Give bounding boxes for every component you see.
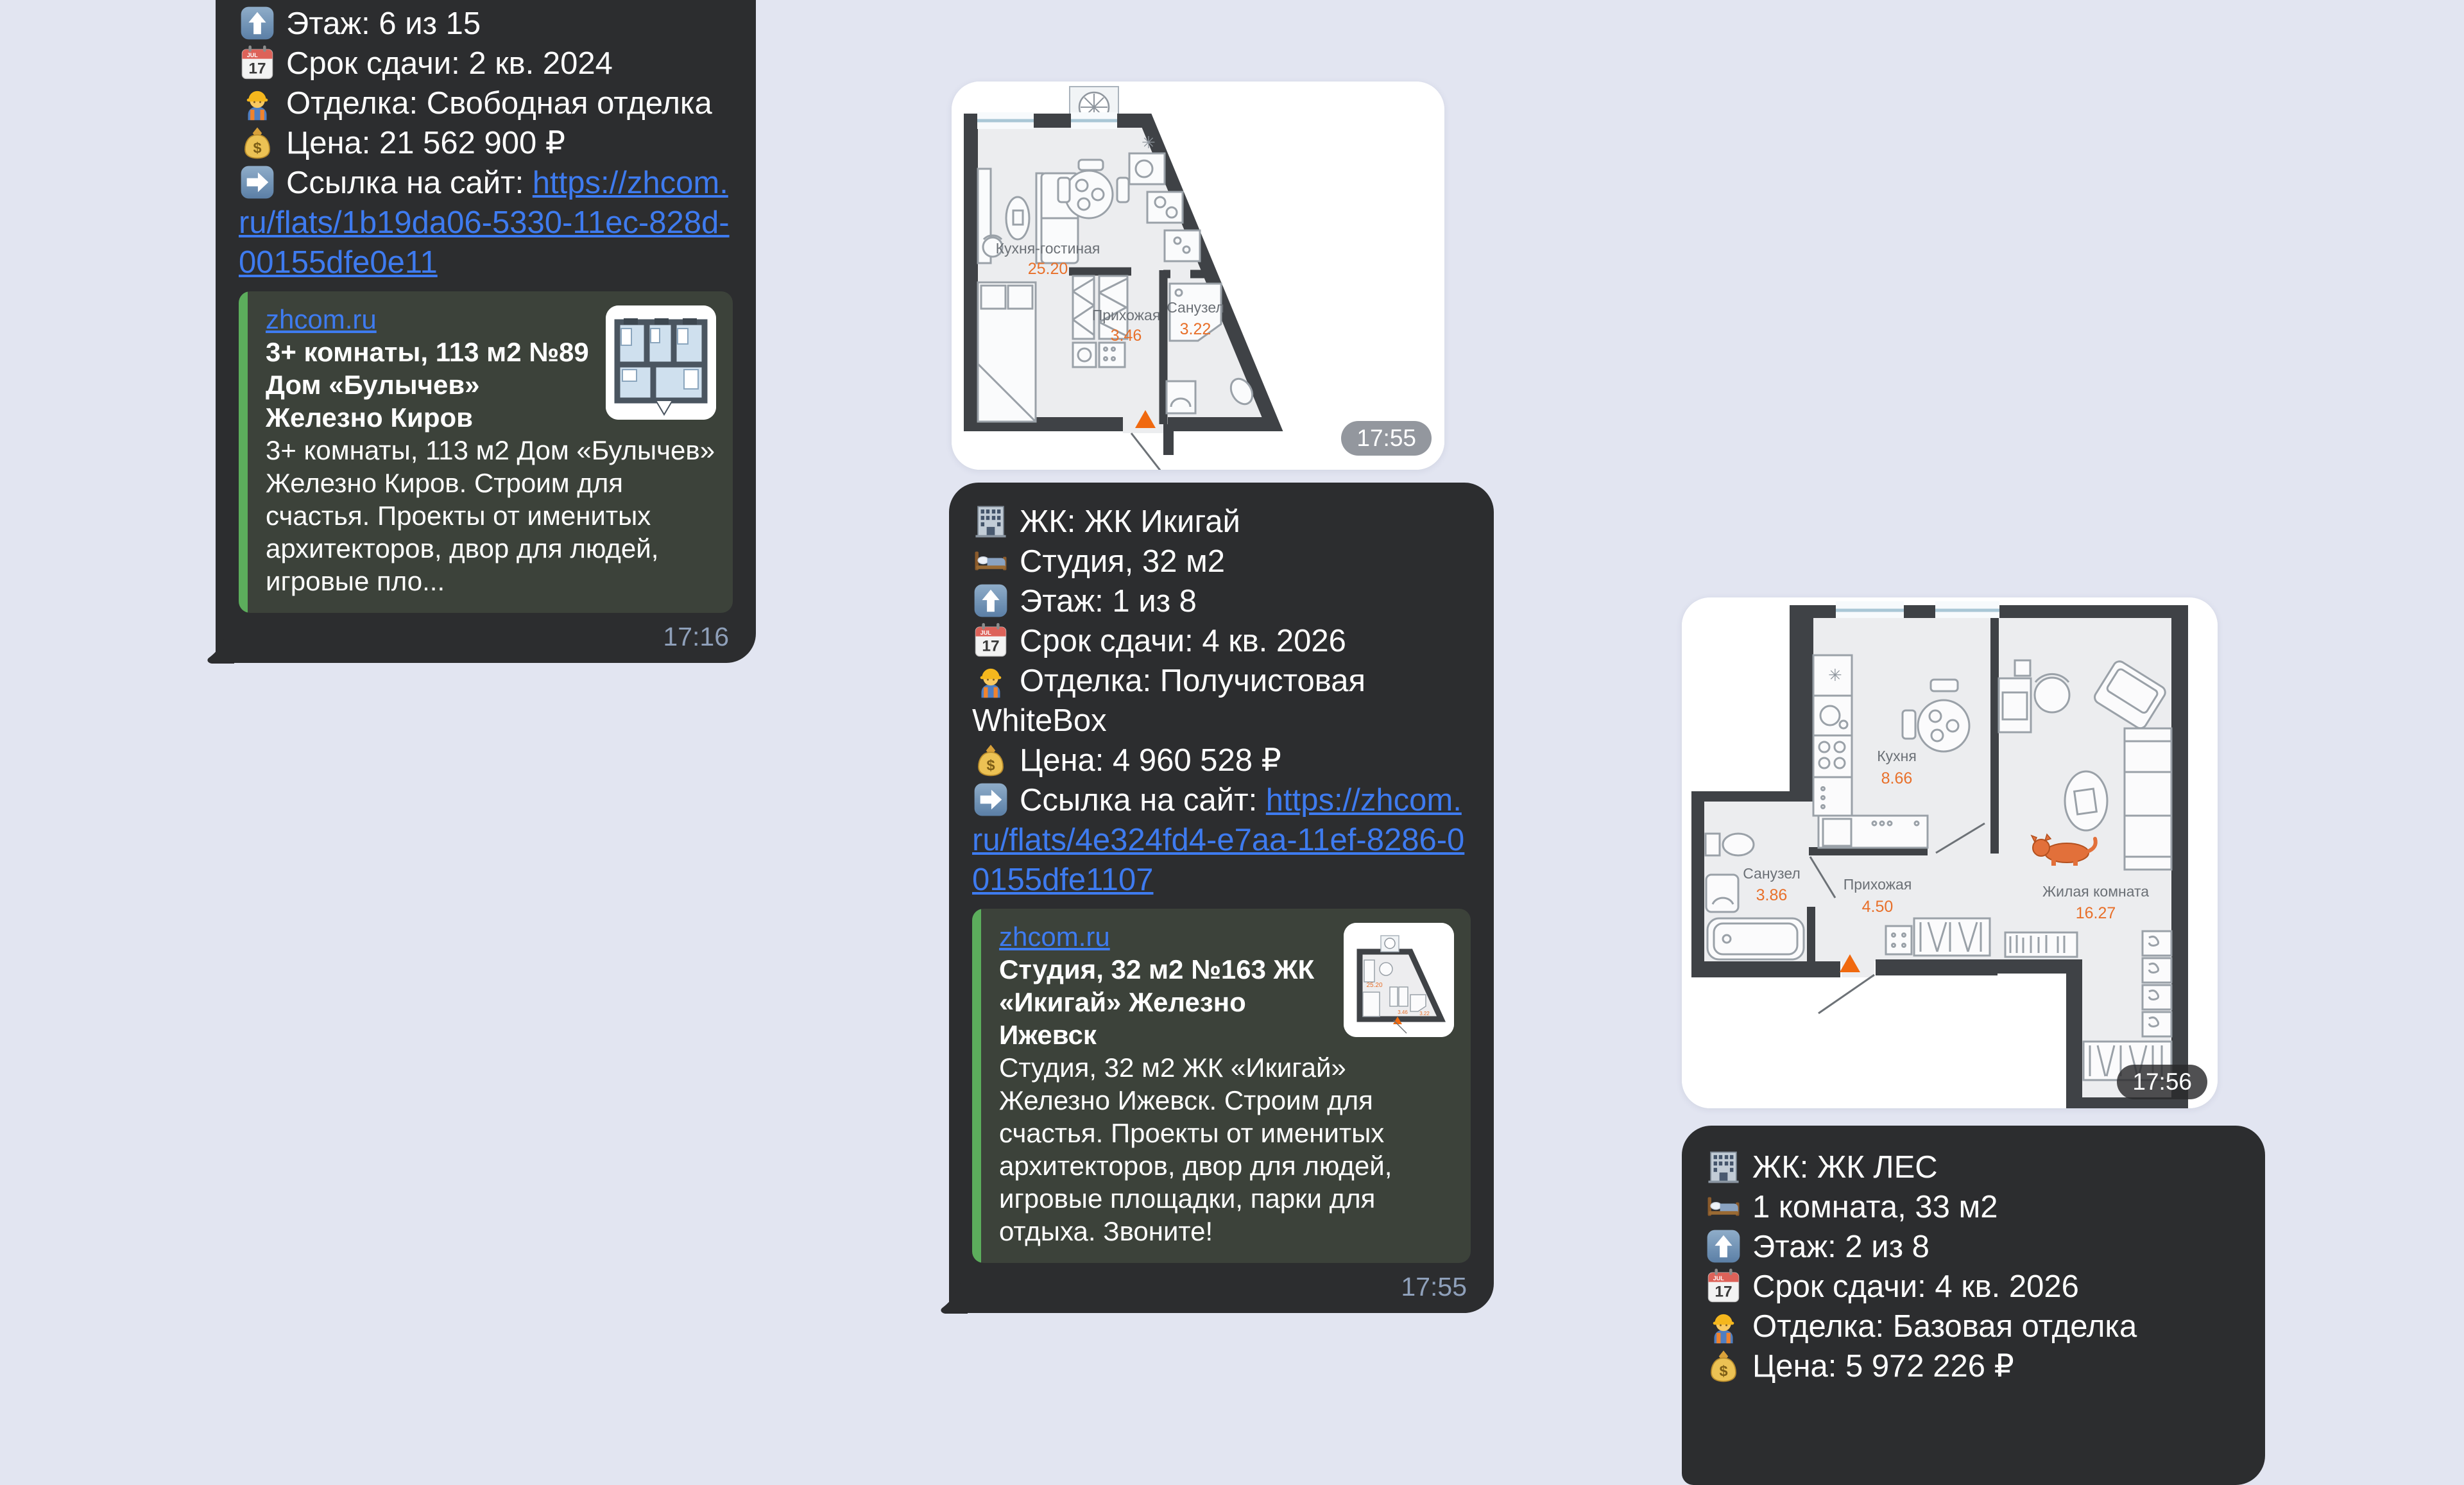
property-line-finish: Отделка: Свободная отделка bbox=[239, 83, 733, 123]
property-line-price: Цена: 5 972 226 ₽ bbox=[1705, 1346, 2242, 1386]
room-label: Прихожая bbox=[1844, 876, 1912, 893]
timestamp: 17:55 bbox=[1401, 1272, 1467, 1301]
property-line-link: Ссылка на сайт: https://zhcom.ru/flats/4… bbox=[972, 780, 1471, 900]
calendar-icon bbox=[972, 622, 1009, 659]
property-line-deadline: Срок сдачи: 4 кв. 2026 bbox=[972, 621, 1471, 661]
link-preview-card[interactable]: zhcom.ru 3+ комнаты, 113 м2 №89 Дом «Бул… bbox=[239, 291, 733, 613]
line-text: Цена: 4 960 528 ₽ bbox=[1020, 743, 1281, 778]
message-bubble-flat-89: Этаж: 6 из 15 Срок сдачи: 2 кв. 2024 Отд… bbox=[207, 0, 756, 664]
studio-floorplan-drawing: ✳ Кухня-гостиная 25.20 Прихожая 3.46 Сан… bbox=[952, 82, 1444, 470]
line-text: Этаж: 2 из 8 bbox=[1752, 1230, 1929, 1264]
room-label: Кухня bbox=[1877, 748, 1917, 764]
message-bubble-flat-163: ЖК: ЖК Икигай Студия, 32 м2 Этаж: 1 из 8… bbox=[941, 483, 1494, 1314]
up-arrow-icon bbox=[239, 4, 276, 42]
blue-floorplan-thumbnail bbox=[606, 305, 716, 420]
line-text: Срок сдачи: 2 кв. 2024 bbox=[286, 46, 613, 81]
property-line-complex: ЖК: ЖК Икигай bbox=[972, 502, 1471, 542]
line-text: Отделка: Базовая отделка bbox=[1752, 1309, 2137, 1344]
money-bag-icon bbox=[239, 124, 276, 161]
floorplan-photo-one-room[interactable]: ✳ Кухня 8.66 Санузел 3.86 Прихожая 4.50 … bbox=[1682, 597, 2218, 1108]
room-area: 16.27 bbox=[2076, 904, 2116, 922]
money-bag-icon bbox=[1705, 1347, 1742, 1384]
line-text: ЖК: ЖК ЛЕС bbox=[1752, 1150, 1938, 1185]
property-line-floor: Этаж: 1 из 8 bbox=[972, 581, 1471, 621]
timestamp: 17:16 bbox=[663, 622, 729, 651]
svg-text:✳: ✳ bbox=[1828, 665, 1842, 685]
line-text: Отделка: Получистовая WhiteBox bbox=[972, 664, 1366, 738]
room-label: Санузел bbox=[1167, 299, 1224, 316]
bubble-tail bbox=[941, 1283, 968, 1314]
right-arrow-icon bbox=[239, 164, 276, 201]
room-area: 3.22 bbox=[1180, 320, 1211, 338]
line-text: Этаж: 6 из 15 bbox=[286, 6, 481, 41]
right-arrow-icon bbox=[972, 781, 1009, 818]
line-text: Отделка: Свободная отделка bbox=[286, 86, 712, 121]
room-area: 8.66 bbox=[1881, 769, 1913, 787]
property-line-price: Цена: 4 960 528 ₽ bbox=[972, 741, 1471, 780]
preview-site-link[interactable]: zhcom.ru bbox=[266, 303, 377, 336]
line-text: Студия, 32 м2 bbox=[1020, 544, 1226, 579]
line-text: 1 комната, 33 м2 bbox=[1752, 1190, 1998, 1224]
room-label: Жилая комната bbox=[2042, 883, 2149, 900]
photo-timestamp-badge: 17:55 bbox=[1341, 421, 1432, 456]
line-text: Ссылка на сайт: bbox=[286, 166, 533, 200]
line-text: Ссылка на сайт: bbox=[1020, 783, 1266, 818]
room-area: 4.50 bbox=[1862, 898, 1894, 916]
property-line-floor: Этаж: 2 из 8 bbox=[1705, 1227, 2242, 1267]
svg-text:25.20: 25.20 bbox=[1366, 982, 1382, 989]
preview-site-link[interactable]: zhcom.ru bbox=[999, 920, 1110, 953]
svg-text:3.46: 3.46 bbox=[1398, 1009, 1408, 1015]
up-arrow-icon bbox=[972, 582, 1009, 619]
property-line-deadline: Срок сдачи: 4 кв. 2026 bbox=[1705, 1267, 2242, 1307]
room-area: 25.20 bbox=[1028, 260, 1068, 278]
building-icon bbox=[972, 502, 1009, 540]
worker-icon bbox=[1705, 1307, 1742, 1344]
bubble-tail bbox=[207, 633, 234, 664]
building-icon bbox=[1705, 1148, 1742, 1185]
floorplan-photo-studio[interactable]: ✳ Кухня-гостиная 25.20 Прихожая 3.46 Сан… bbox=[952, 82, 1444, 470]
line-text: Срок сдачи: 4 кв. 2026 bbox=[1752, 1269, 2079, 1304]
property-line-complex: ЖК: ЖК ЛЕС bbox=[1705, 1147, 2242, 1187]
line-text: ЖК: ЖК Икигай bbox=[1020, 504, 1240, 539]
money-bag-icon bbox=[972, 741, 1009, 778]
telegram-chat-canvas: { "app": {"background_color": "#e2e5f1"}… bbox=[0, 0, 2464, 1485]
up-arrow-icon bbox=[1705, 1228, 1742, 1265]
calendar-icon bbox=[1705, 1267, 1742, 1305]
worker-icon bbox=[239, 84, 276, 121]
property-line-finish: Отделка: Базовая отделка bbox=[1705, 1307, 2242, 1346]
calendar-icon bbox=[239, 44, 276, 82]
room-label: Санузел bbox=[1743, 865, 1801, 882]
bed-icon bbox=[972, 542, 1009, 579]
svg-text:✳: ✳ bbox=[1142, 133, 1156, 152]
bed-icon bbox=[1705, 1188, 1742, 1225]
gray-floorplan-thumbnail: 25.20 3.46 3.22 bbox=[1344, 923, 1454, 1037]
worker-icon bbox=[972, 662, 1009, 699]
property-line-price: Цена: 21 562 900 ₽ bbox=[239, 123, 733, 163]
property-line-floor: Этаж: 6 из 15 bbox=[239, 4, 733, 44]
thumbnail-plan-drawing: 25.20 3.46 3.22 bbox=[1344, 923, 1454, 1037]
line-text: Цена: 5 972 226 ₽ bbox=[1752, 1349, 2014, 1384]
svg-text:3.22: 3.22 bbox=[1419, 1011, 1430, 1017]
line-text: Цена: 21 562 900 ₽ bbox=[286, 126, 566, 160]
one-room-floorplan-drawing: ✳ Кухня 8.66 Санузел 3.86 Прихожая 4.50 … bbox=[1682, 597, 2218, 1108]
line-text: Срок сдачи: 4 кв. 2026 bbox=[1020, 624, 1346, 658]
thumbnail-plan-drawing bbox=[606, 305, 716, 420]
photo-timestamp-badge: 17:56 bbox=[2117, 1065, 2207, 1099]
preview-description: Студия, 32 м2 ЖК «Икигай» Железно Ижевск… bbox=[999, 1052, 1392, 1246]
room-area: 3.86 bbox=[1756, 886, 1788, 904]
property-line-finish: Отделка: Получистовая WhiteBox bbox=[972, 661, 1471, 741]
property-line-link: Ссылка на сайт: https://zhcom.ru/flats/1… bbox=[239, 163, 733, 282]
link-preview-card[interactable]: 25.20 3.46 3.22 zhcom.ru Студия, 32 м2 №… bbox=[972, 909, 1471, 1263]
preview-description: 3+ комнаты, 113 м2 Дом «Булычев» Железно… bbox=[266, 435, 715, 596]
room-area: 3.46 bbox=[1111, 327, 1142, 345]
property-line-rooms: 1 комната, 33 м2 bbox=[1705, 1187, 2242, 1227]
room-label: Прихожая bbox=[1092, 307, 1161, 323]
message-bubble-flat-les: ЖК: ЖК ЛЕС 1 комната, 33 м2 Этаж: 2 из 8… bbox=[1682, 1126, 2265, 1485]
property-line-deadline: Срок сдачи: 2 кв. 2024 bbox=[239, 44, 733, 83]
line-text: Этаж: 1 из 8 bbox=[1020, 584, 1197, 619]
room-label: Кухня-гостиная bbox=[996, 240, 1100, 257]
property-line-rooms: Студия, 32 м2 bbox=[972, 542, 1471, 581]
